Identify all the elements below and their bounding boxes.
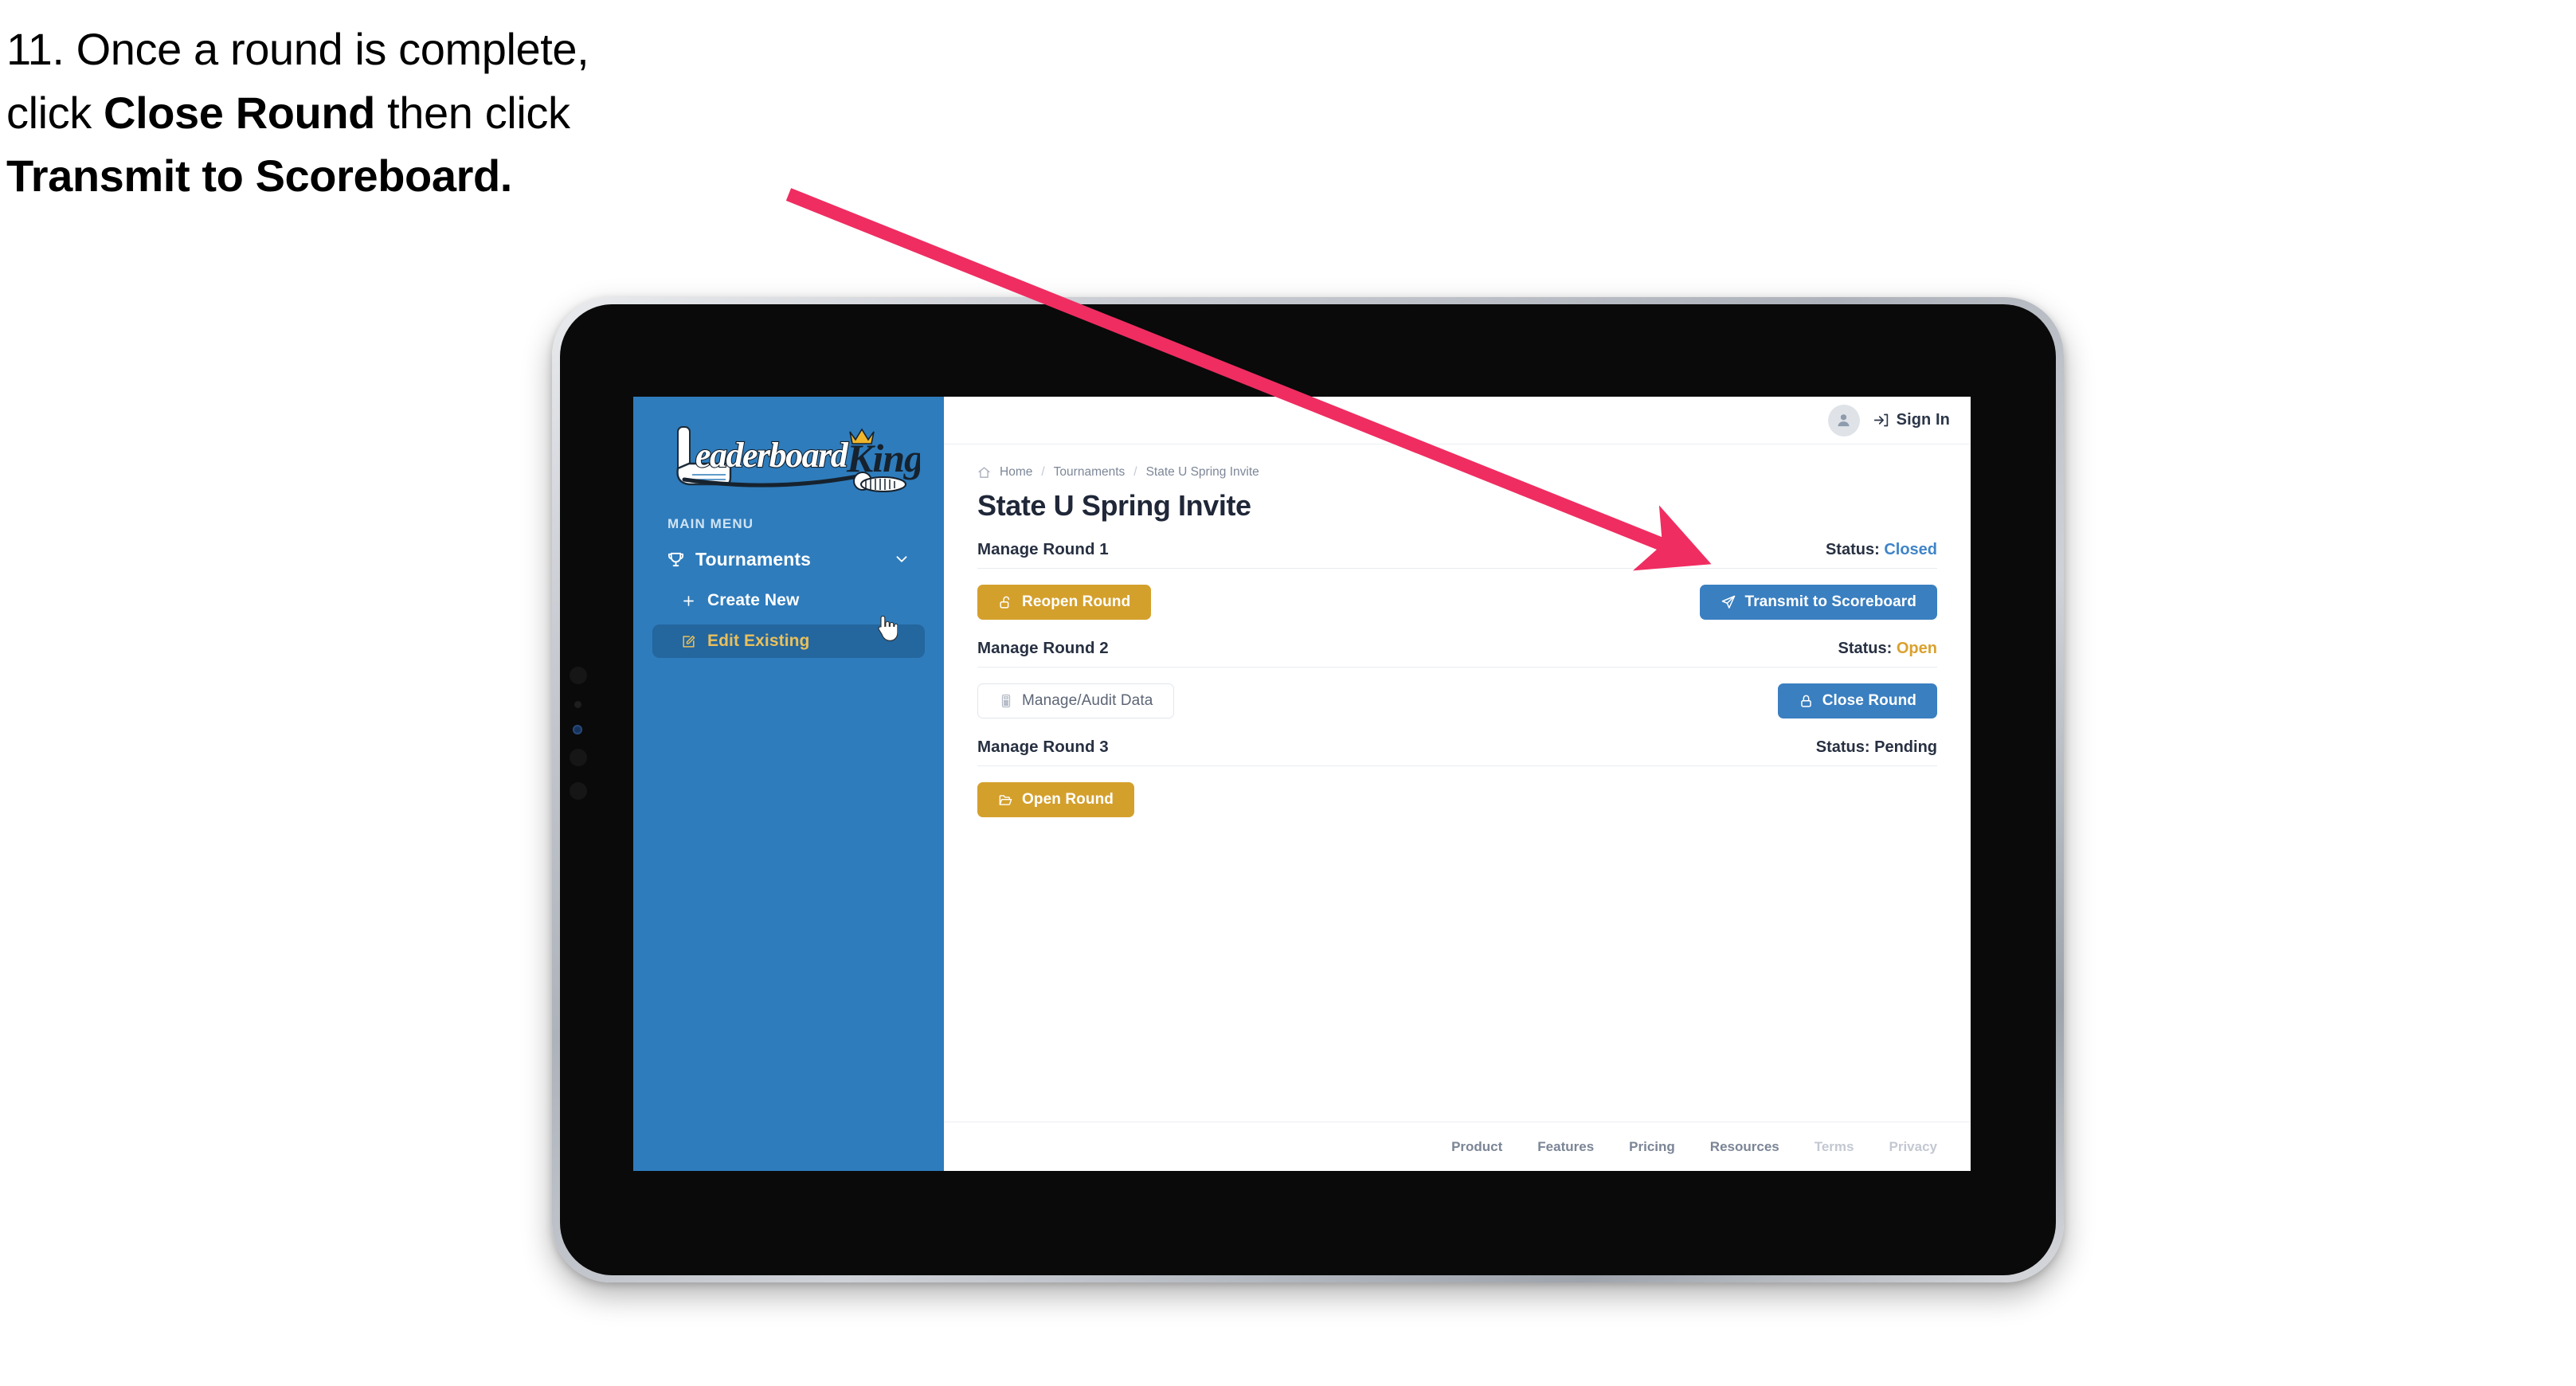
manage-audit-data-button[interactable]: Manage/Audit Data [977, 683, 1175, 718]
round-1-status: Status: Closed [1826, 541, 1937, 559]
sidebar: eaderboard King MAIN MENU Tournaments Cr… [633, 397, 944, 1171]
footer-link-resources[interactable]: Resources [1710, 1139, 1779, 1155]
tablet-sensor-dot [574, 701, 581, 708]
round-2-status-label: Status: [1838, 640, 1893, 657]
unlock-icon [998, 595, 1013, 610]
round-1-header: Manage Round 1 Status: Closed [977, 540, 1937, 568]
lock-icon [1799, 694, 1814, 709]
round-2-actions: Manage/Audit Data Close Round [977, 668, 1937, 720]
sidebar-item-create-new[interactable]: Create New [652, 584, 925, 617]
round-2-status: Status: Open [1838, 640, 1937, 658]
edit-square-icon [681, 634, 696, 649]
footer-link-privacy[interactable]: Privacy [1889, 1139, 1938, 1155]
reopen-round-label: Reopen Round [1022, 593, 1131, 610]
sidebar-item-tournaments-label: Tournaments [695, 548, 812, 570]
breadcrumb-item-tournaments[interactable]: Tournaments [1054, 465, 1126, 480]
round-section-3: Manage Round 3 Status: Pending Open Roun… [977, 738, 1937, 819]
breadcrumb-item-home[interactable]: Home [1000, 465, 1032, 480]
leaderboardking-logo[interactable]: eaderboard King [662, 422, 924, 495]
tablet-camera-lens [573, 725, 582, 734]
caption-line-2-bold: Close Round [104, 87, 375, 138]
caption-line-1-text: 11. Once a round is complete, [6, 24, 589, 74]
calculator-icon [999, 694, 1013, 708]
breadcrumb-item-current: State U Spring Invite [1145, 465, 1259, 479]
tablet-speaker-dot-3 [570, 782, 587, 800]
home-icon[interactable] [977, 466, 991, 480]
app-screen: eaderboard King MAIN MENU Tournaments Cr… [633, 397, 1971, 1171]
tablet-speaker-dot [570, 667, 587, 684]
round-2-title: Manage Round 2 [977, 639, 1109, 657]
round-3-title: Manage Round 3 [977, 738, 1109, 756]
round-2-header: Manage Round 2 Status: Open [977, 639, 1937, 667]
round-1-status-value: Closed [1884, 541, 1937, 558]
user-avatar-icon[interactable] [1827, 404, 1860, 437]
breadcrumb-separator-2: / [1133, 465, 1137, 479]
transmit-to-scoreboard-button[interactable]: Transmit to Scoreboard [1699, 585, 1937, 620]
manage-audit-data-label: Manage/Audit Data [1022, 692, 1153, 709]
instruction-caption: 11. Once a round is complete, click Clos… [6, 18, 851, 208]
trophy-icon [667, 550, 685, 569]
round-3-status: Status: Pending [1816, 738, 1937, 757]
caption-line-3-bold: Transmit to Scoreboard. [6, 151, 512, 202]
round-section-2: Manage Round 2 Status: Open Manage/Audit… [977, 639, 1937, 720]
footer-nav: Product Features Pricing Resources Terms… [944, 1122, 1971, 1171]
close-round-button[interactable]: Close Round [1777, 683, 1937, 718]
footer-link-pricing[interactable]: Pricing [1629, 1139, 1675, 1155]
paper-plane-icon [1721, 594, 1736, 610]
round-3-actions: Open Round [977, 766, 1937, 819]
chevron-down-icon[interactable] [893, 550, 910, 568]
breadcrumb-separator: / [1041, 465, 1045, 479]
sidebar-item-tournaments[interactable]: Tournaments [652, 542, 925, 577]
sidebar-section-label: MAIN MENU [667, 516, 754, 531]
top-bar: Sign In [944, 397, 1971, 444]
close-round-label: Close Round [1822, 692, 1916, 709]
round-1-actions: Reopen Round Transmit to Scoreboard [977, 569, 1937, 621]
main-content: Sign In Home / Tournaments / State U Spr… [944, 397, 1971, 1171]
sign-in-button[interactable]: Sign In [1873, 411, 1950, 429]
caption-line-2-pre: click [6, 87, 104, 138]
transmit-to-scoreboard-label: Transmit to Scoreboard [1744, 593, 1916, 610]
sidebar-item-edit-existing-label: Edit Existing [707, 632, 810, 650]
svg-text:eaderboard: eaderboard [695, 436, 849, 475]
plus-icon [681, 593, 696, 609]
round-3-header: Manage Round 3 Status: Pending [977, 738, 1937, 765]
reopen-round-button[interactable]: Reopen Round [977, 585, 1152, 620]
round-2-status-value: Open [1896, 640, 1937, 657]
round-3-status-label: Status: [1815, 738, 1870, 756]
footer-link-terms[interactable]: Terms [1815, 1139, 1854, 1155]
open-round-label: Open Round [1022, 791, 1114, 808]
round-section-1: Manage Round 1 Status: Closed Reopen Rou… [977, 540, 1937, 621]
footer-link-features[interactable]: Features [1537, 1139, 1594, 1155]
caption-line-2: click Close Round then click [6, 81, 851, 145]
breadcrumb: Home / Tournaments / State U Spring Invi… [977, 465, 1937, 480]
round-1-status-label: Status: [1825, 541, 1880, 558]
tablet-speaker-dot-2 [570, 749, 587, 766]
sign-in-label: Sign In [1896, 411, 1950, 429]
page-content: Home / Tournaments / State U Spring Invi… [944, 444, 1971, 1123]
caption-line-3: Transmit to Scoreboard. [6, 144, 851, 208]
screenshot-root: 11. Once a round is complete, click Clos… [0, 0, 2576, 1386]
folder-open-icon [998, 793, 1013, 808]
round-3-status-value: Pending [1874, 738, 1937, 756]
footer-link-product[interactable]: Product [1451, 1139, 1502, 1155]
sidebar-item-create-new-label: Create New [707, 591, 800, 609]
caption-line-2-post: then click [374, 87, 570, 138]
round-1-title: Manage Round 1 [977, 540, 1109, 558]
caption-line-1: 11. Once a round is complete, [6, 18, 851, 81]
sign-in-arrow-icon [1873, 412, 1889, 429]
open-round-button[interactable]: Open Round [977, 782, 1134, 817]
page-title: State U Spring Invite [977, 489, 1251, 522]
pointing-hand-cursor [874, 615, 898, 643]
